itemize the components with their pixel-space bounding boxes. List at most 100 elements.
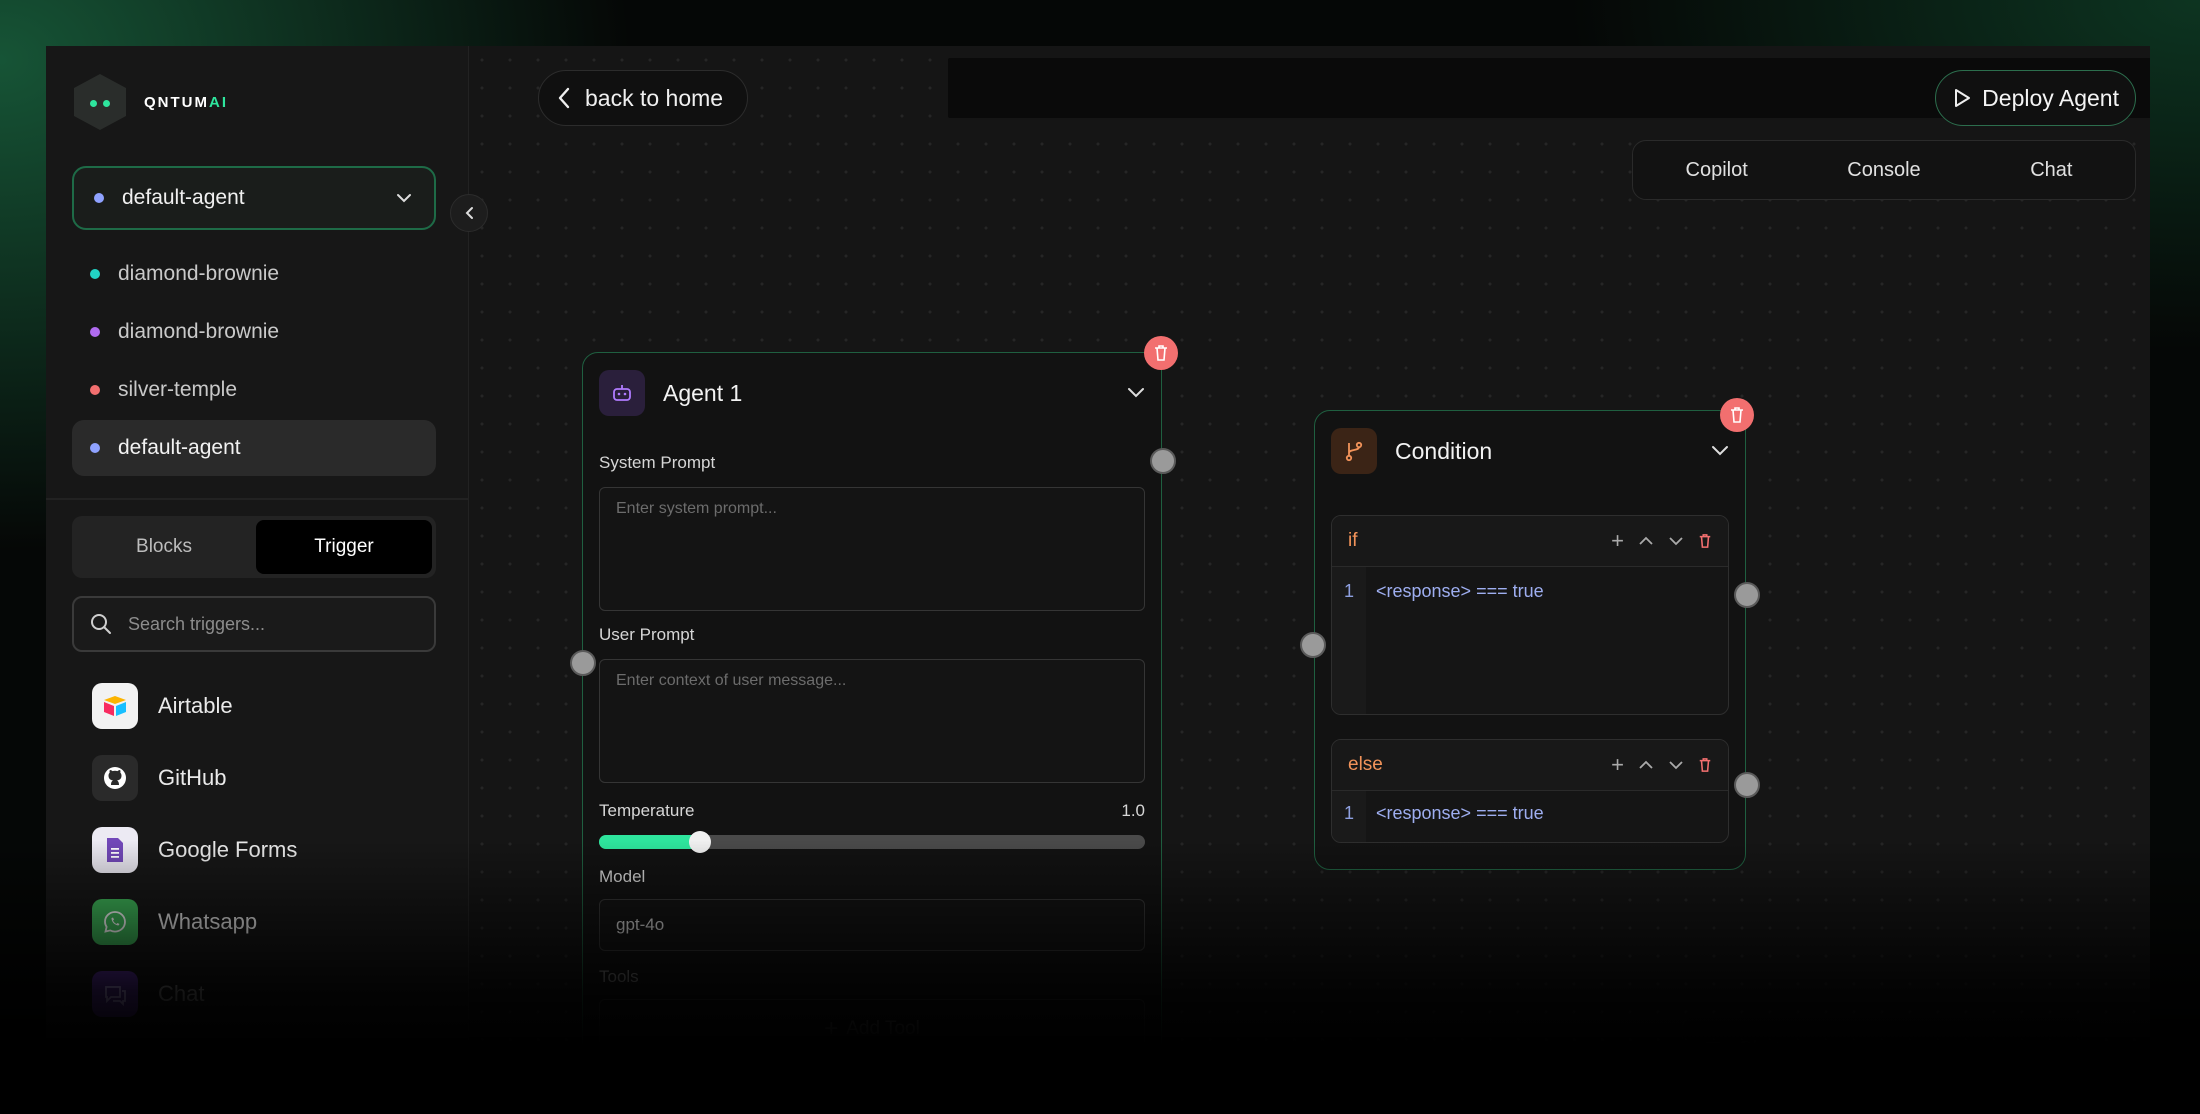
model-field[interactable]: gpt-4o xyxy=(599,899,1145,951)
whatsapp-icon xyxy=(92,899,138,945)
if-branch-header: if + xyxy=(1332,516,1728,567)
temperature-slider[interactable] xyxy=(599,831,1145,853)
agent-name: diamond-brownie xyxy=(118,320,280,343)
else-output-handle[interactable] xyxy=(1734,772,1760,798)
chevron-up-icon[interactable] xyxy=(1638,536,1654,546)
collapse-sidebar-button[interactable] xyxy=(450,194,488,232)
deploy-agent-label: Deploy Agent xyxy=(1982,84,2119,111)
trash-icon[interactable] xyxy=(1698,757,1712,773)
temperature-slider-handle[interactable] xyxy=(689,831,711,853)
tab-chat[interactable]: Chat xyxy=(1968,141,2135,199)
trigger-list: Airtable GitHub Google Forms Whatsapp Ch… xyxy=(92,670,436,1030)
chat-node-label: Chat xyxy=(1738,1038,1780,1047)
condition-node-input-handle[interactable] xyxy=(1300,632,1326,658)
chat-icon xyxy=(92,971,138,1017)
agent-node-input-handle[interactable] xyxy=(570,650,596,676)
line-number: 1 xyxy=(1332,567,1366,714)
brand-logo: QNTUMAI xyxy=(74,74,228,130)
agent-status-dot xyxy=(90,443,100,453)
panel-tabs: Copilot Console Chat xyxy=(1632,140,2136,200)
trash-icon xyxy=(1155,345,1167,361)
deploy-agent-button[interactable]: Deploy Agent xyxy=(1935,70,2136,126)
tab-copilot[interactable]: Copilot xyxy=(1633,141,1800,199)
trigger-item-google-forms[interactable]: Google Forms xyxy=(92,814,436,886)
chevron-down-icon xyxy=(397,194,411,203)
agent-status-dot xyxy=(90,327,100,337)
add-tool-label: Add Tool xyxy=(846,1018,920,1039)
user-prompt-textarea[interactable]: Enter context of user message... xyxy=(599,659,1145,783)
chat-icon: ▢ xyxy=(1703,1036,1724,1046)
trigger-item-github[interactable]: GitHub xyxy=(92,742,436,814)
search-input[interactable] xyxy=(126,612,418,636)
condition-node-header[interactable]: Condition xyxy=(1315,411,1745,491)
back-to-home-button[interactable]: back to home xyxy=(538,70,749,126)
agent-name: default-agent xyxy=(118,436,241,459)
agent-list-item[interactable]: diamond-brownie xyxy=(72,246,436,302)
trigger-item-airtable[interactable]: Airtable xyxy=(92,670,436,742)
trigger-name: Chat xyxy=(158,981,205,1006)
chevron-down-icon[interactable] xyxy=(1127,387,1145,399)
trigger-item-whatsapp[interactable]: Whatsapp xyxy=(92,886,436,958)
chat-node[interactable]: ▢ Chat xyxy=(1682,1014,2082,1046)
logo-mark-icon xyxy=(74,74,126,130)
delete-agent-node-button[interactable] xyxy=(1144,336,1178,370)
trigger-item-chat[interactable]: Chat xyxy=(92,958,436,1030)
tab-console[interactable]: Console xyxy=(1800,141,1967,199)
else-label: else xyxy=(1348,754,1383,775)
tools-label: Tools xyxy=(599,967,639,986)
agent-name: silver-temple xyxy=(118,378,238,401)
play-icon xyxy=(1955,89,1971,107)
agent-node[interactable]: Agent 1 System Prompt Enter system promp… xyxy=(582,352,1162,1046)
search-box xyxy=(72,596,436,652)
trash-icon[interactable] xyxy=(1698,533,1712,549)
system-prompt-textarea[interactable]: Enter system prompt... xyxy=(599,487,1145,611)
tab-trigger[interactable]: Trigger xyxy=(256,520,432,574)
agent-name: diamond-brownie xyxy=(118,262,280,285)
if-label: if xyxy=(1348,530,1358,551)
agent-list-item[interactable]: silver-temple xyxy=(72,362,436,418)
if-code-editor[interactable]: <response> === true xyxy=(1366,567,1554,714)
system-prompt-label: System Prompt xyxy=(599,453,716,472)
chevron-down-icon[interactable] xyxy=(1711,445,1729,457)
chevron-down-icon[interactable] xyxy=(1668,536,1684,546)
agent-status-dot xyxy=(90,385,100,395)
chevron-down-icon[interactable] xyxy=(1668,760,1684,770)
condition-node[interactable]: Condition if + 1 <response> === true els… xyxy=(1314,410,1746,870)
branch-icon xyxy=(1331,428,1377,474)
line-number: 1 xyxy=(1332,791,1366,842)
brand-name: QNTUMAI xyxy=(144,93,228,111)
add-icon[interactable]: + xyxy=(1611,752,1624,778)
agent-status-dot xyxy=(94,193,104,203)
agent-list-item[interactable]: diamond-brownie xyxy=(72,304,436,360)
sidebar: QNTUMAI default-agent diamond-brownie di… xyxy=(46,46,469,1046)
agent-selector[interactable]: default-agent xyxy=(72,166,436,230)
temperature-slider-fill xyxy=(599,835,700,849)
workflow-canvas[interactable]: back to home Deploy Agent Copilot Consol… xyxy=(468,46,2150,1046)
tab-blocks[interactable]: Blocks xyxy=(76,520,252,574)
temperature-label: Temperature xyxy=(599,801,695,820)
else-branch-header: else + xyxy=(1332,740,1728,791)
if-branch: if + 1 <response> === true xyxy=(1331,515,1729,715)
sidebar-divider xyxy=(46,498,468,500)
plus-icon: + xyxy=(824,1015,839,1042)
app-window: back to home Deploy Agent Copilot Consol… xyxy=(46,46,2150,1046)
delete-condition-node-button[interactable] xyxy=(1720,398,1754,432)
trigger-name: GitHub xyxy=(158,765,227,790)
user-prompt-label: User Prompt xyxy=(599,625,695,644)
else-branch: else + 1 <response> === true xyxy=(1331,739,1729,843)
agent-node-title: Agent 1 xyxy=(663,379,743,406)
chevron-up-icon[interactable] xyxy=(1638,760,1654,770)
agent-list-item-active[interactable]: default-agent xyxy=(72,420,436,476)
if-output-handle[interactable] xyxy=(1734,582,1760,608)
agent-node-header[interactable]: Agent 1 xyxy=(583,353,1161,433)
agent-node-output-handle[interactable] xyxy=(1150,448,1176,474)
search-icon xyxy=(91,614,111,634)
agent-selector-value: default-agent xyxy=(122,186,245,209)
add-icon[interactable]: + xyxy=(1611,528,1624,554)
else-code-editor[interactable]: <response> === true xyxy=(1366,791,1554,842)
add-tool-button[interactable]: + Add Tool xyxy=(599,999,1145,1046)
temperature-value: 1.0 xyxy=(1121,801,1145,820)
trigger-name: Airtable xyxy=(158,693,233,718)
agent-list: diamond-brownie diamond-brownie silver-t… xyxy=(72,246,436,478)
model-label: Model xyxy=(599,867,646,886)
